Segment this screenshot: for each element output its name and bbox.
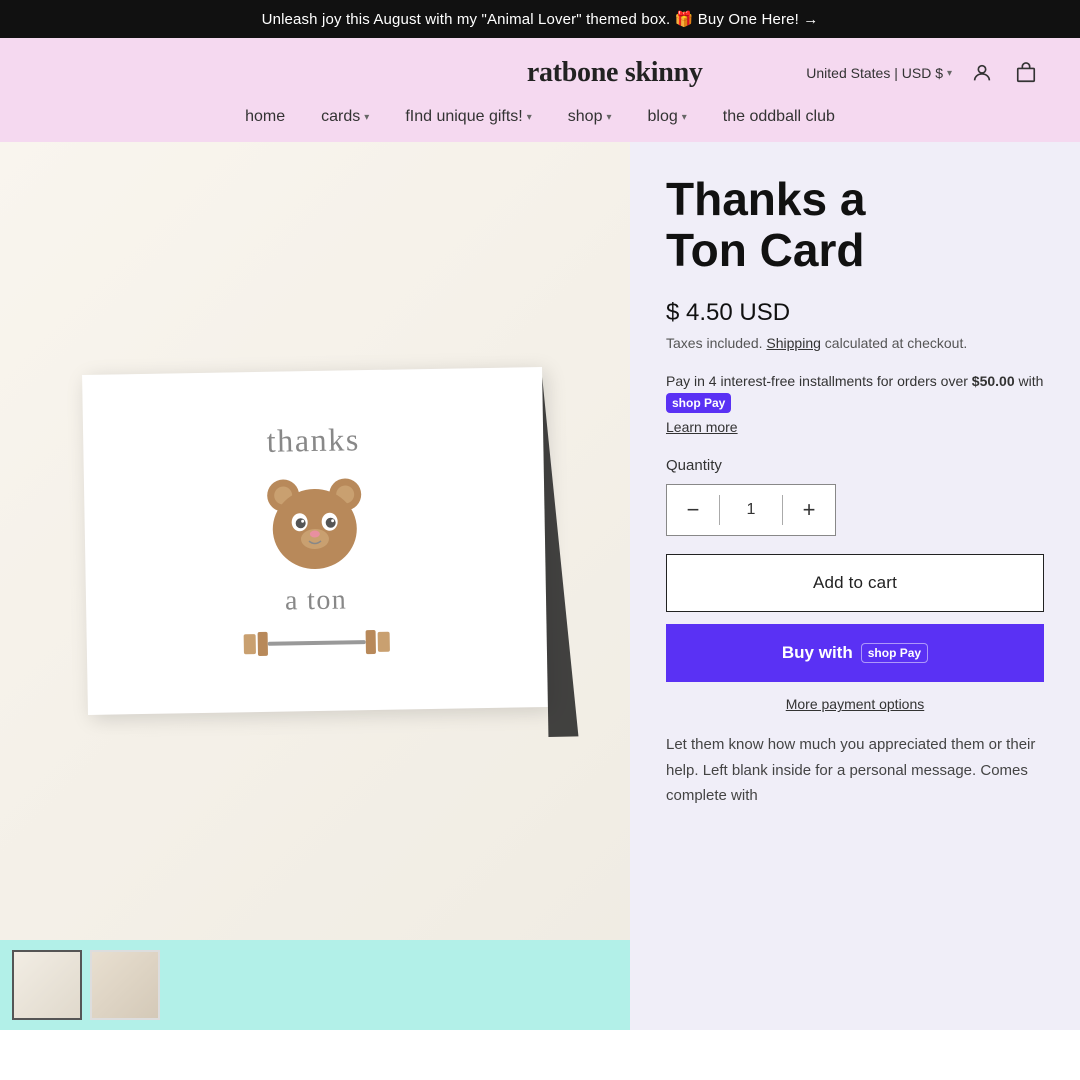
card-illustration: thanks — [82, 367, 548, 715]
product-price: $ 4.50 USD — [666, 299, 1044, 327]
card-text-thanks: thanks — [266, 421, 360, 460]
shop-pay-badge: shop Pay — [666, 393, 731, 413]
price-note: Taxes included. Shipping calculated at c… — [666, 335, 1044, 351]
quantity-increase-button[interactable]: + — [783, 485, 835, 535]
product-images: thanks — [0, 142, 630, 1030]
thumbnail-2-image — [92, 952, 158, 1018]
quantity-label: Quantity — [666, 457, 1044, 474]
thumbnail-1-image — [14, 952, 80, 1018]
thumbnail-1[interactable] — [12, 950, 82, 1020]
blog-chevron-icon: ▾ — [682, 112, 687, 123]
gifts-chevron-icon: ▾ — [527, 112, 532, 123]
nav-item-cards[interactable]: cards ▾ — [321, 108, 369, 126]
more-payment-options-button[interactable]: More payment options — [666, 696, 1044, 712]
shop-chevron-icon: ▾ — [606, 112, 611, 123]
buy-now-shop-pay-logo: shop Pay — [861, 643, 928, 663]
country-chevron-icon: ▾ — [947, 68, 952, 79]
shop-pay-section: Pay in 4 interest-free installments for … — [666, 371, 1044, 413]
product-title: Thanks a Ton Card — [666, 174, 1044, 275]
country-label: United States | USD $ — [806, 65, 943, 81]
header-right: United States | USD $ ▾ — [806, 59, 1040, 87]
main-content: thanks — [0, 142, 1080, 1030]
nav-item-home[interactable]: home — [245, 108, 285, 126]
cards-chevron-icon: ▾ — [364, 112, 369, 123]
quantity-control: − 1 + — [666, 484, 836, 536]
nav-item-gifts[interactable]: fInd unique gifts! ▾ — [405, 108, 531, 126]
quantity-decrease-button[interactable]: − — [667, 485, 719, 535]
card-text-aton: a ton — [285, 584, 348, 617]
bear-face-illustration — [259, 466, 371, 578]
nav-item-blog[interactable]: blog ▾ — [648, 108, 687, 126]
card-shadow — [542, 376, 578, 736]
nav-item-oddball[interactable]: the oddball club — [723, 108, 835, 126]
nav-item-shop[interactable]: shop ▾ — [568, 108, 612, 126]
learn-more-link[interactable]: Learn more — [666, 419, 1044, 435]
quantity-value: 1 — [720, 501, 782, 519]
login-icon[interactable] — [968, 59, 996, 87]
product-main-image[interactable]: thanks — [0, 142, 630, 940]
announcement-bar[interactable]: Unleash joy this August with my "Animal … — [0, 0, 1080, 38]
product-info: Thanks a Ton Card $ 4.50 USD Taxes inclu… — [630, 142, 1080, 1030]
thumbnails-strip — [0, 940, 630, 1030]
card-inner: thanks — [218, 400, 413, 682]
thumbnail-2[interactable] — [90, 950, 160, 1020]
shipping-link[interactable]: Shipping — [766, 335, 821, 351]
buy-now-button[interactable]: Buy with shop Pay — [666, 624, 1044, 682]
announcement-text: Unleash joy this August with my "Animal … — [262, 11, 819, 28]
barbell-illustration — [241, 623, 392, 662]
main-nav: home cards ▾ fInd unique gifts! ▾ shop ▾… — [0, 108, 1080, 142]
product-description: Let them know how much you appreciated t… — [666, 732, 1044, 809]
header: ratbone skinny United States | USD $ ▾ — [0, 38, 1080, 108]
add-to-cart-button[interactable]: Add to cart — [666, 554, 1044, 612]
country-selector[interactable]: United States | USD $ ▾ — [806, 65, 952, 81]
site-logo[interactable]: ratbone skinny — [423, 57, 806, 89]
cart-icon[interactable] — [1012, 59, 1040, 87]
